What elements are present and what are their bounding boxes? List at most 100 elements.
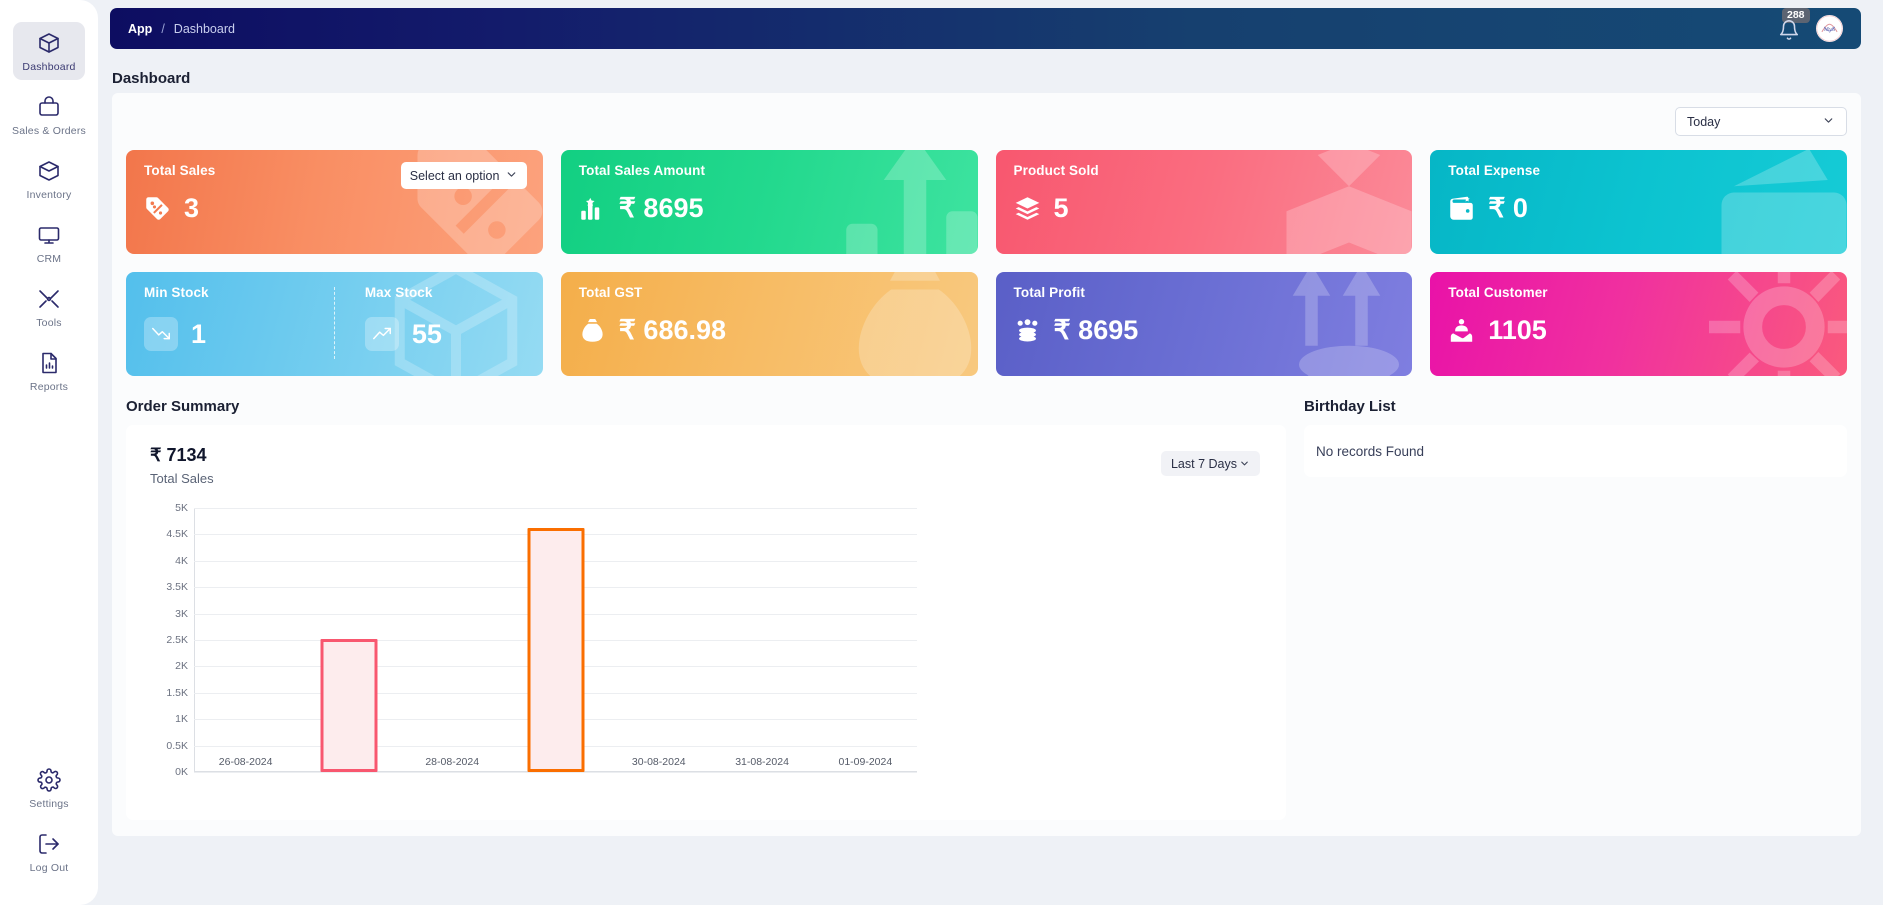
page-title: Dashboard <box>112 70 190 87</box>
chart-y-tick-label: 3.5K <box>166 581 188 593</box>
chart-x-tick-label: 31-08-2024 <box>735 756 789 768</box>
period-filter-select[interactable]: Today <box>1675 107 1847 136</box>
chart-y-tick-label: 0.5K <box>166 740 188 752</box>
notifications-button[interactable]: 288 <box>1778 17 1800 41</box>
trend-up-icon <box>365 317 399 351</box>
birthday-column: Birthday List No records Found <box>1304 398 1847 820</box>
stat-card-title: Product Sold <box>1014 163 1395 178</box>
stat-card-title: Max Stock <box>365 285 525 300</box>
chart-y-tick-label: 2K <box>175 660 188 672</box>
stat-card-total-profit[interactable]: Total Profit₹ 8695 <box>996 272 1413 376</box>
order-summary-subtitle: Total Sales <box>150 471 1262 486</box>
stat-card-value: ₹ 0 <box>1488 195 1528 222</box>
chart-x-tick-label: 26-08-2024 <box>219 756 273 768</box>
chart-plot-area: 0K0.5K1K1.5K2K2.5K3K3.5K4K4.5K5K26-08-20… <box>194 508 917 772</box>
total-sales-option-select[interactable]: Select an option <box>401 162 527 189</box>
chart-gridline: 0K <box>194 772 917 773</box>
birthday-heading: Birthday List <box>1304 398 1847 415</box>
breadcrumb-separator: / <box>161 22 164 36</box>
customer-icon <box>1448 317 1475 344</box>
stat-card-total-sales-amount[interactable]: Total Sales Amount₹ 8695 <box>561 150 978 254</box>
sidebar-bottom-group: Settings Log Out <box>13 759 85 905</box>
chart-y-tick-label: 1.5K <box>166 687 188 699</box>
sidebar-item-crm[interactable]: CRM <box>13 214 85 272</box>
stat-card-value: 3 <box>184 195 199 222</box>
chart-y-tick-label: 2.5K <box>166 634 188 646</box>
stat-card-total-customer[interactable]: Total Customer 1105 <box>1430 272 1847 376</box>
sidebar-item-inventory[interactable]: Inventory <box>13 150 85 208</box>
sidebar-item-label: Settings <box>29 798 69 810</box>
chart-y-tick-label: 3K <box>175 608 188 620</box>
avatar[interactable]: MyS <box>1816 15 1843 42</box>
gear-icon <box>37 768 61 792</box>
card-divider <box>334 287 335 359</box>
cube-icon <box>37 31 61 55</box>
chart-bar[interactable] <box>320 639 377 772</box>
stat-card-title: Min Stock <box>144 285 334 300</box>
layers-box-icon <box>1014 195 1041 222</box>
breadcrumb-root[interactable]: App <box>128 22 152 36</box>
stat-card-title: Total Customer <box>1448 285 1829 300</box>
filter-row: Today <box>126 107 1847 136</box>
wallet-icon <box>1448 195 1475 222</box>
breadcrumb-current[interactable]: Dashboard <box>174 22 235 36</box>
box-icon <box>37 159 61 183</box>
trend-down-icon <box>144 317 178 351</box>
sidebar-item-label: Reports <box>30 381 68 393</box>
dashboard-content: Today Total Sales Select an option 3 Total … <box>112 93 1861 836</box>
stat-card-value: 1105 <box>1488 317 1547 344</box>
sidebar-item-dashboard[interactable]: Dashboard <box>13 22 85 80</box>
birthday-panel: No records Found <box>1304 425 1847 477</box>
stat-card-value: 55 <box>412 321 442 348</box>
avatar-image: MyS <box>1816 15 1843 42</box>
stat-card-value: 1 <box>191 321 206 348</box>
stat-card-title: Total Sales Amount <box>579 163 960 178</box>
order-summary-panel: ₹ 7134 Total Sales Last 7 Days 0K0.5K1K1… <box>126 425 1286 820</box>
chart-range-select[interactable]: Last 7 Days <box>1161 451 1260 476</box>
main-area: App / Dashboard 288 MyS Dashboard <box>98 0 1883 905</box>
sidebar-item-tools[interactable]: Tools <box>13 278 85 336</box>
chart-y-tick-label: 1K <box>175 713 188 725</box>
chart-gridline: 5K <box>194 508 917 509</box>
sidebar-item-label: Sales & Orders <box>12 125 86 137</box>
stat-card-value: 5 <box>1054 195 1069 222</box>
stat-card-total-expense[interactable]: Total Expense ₹ 0 <box>1430 150 1847 254</box>
stat-card-value: ₹ 8695 <box>1054 317 1139 344</box>
sidebar-item-log-out[interactable]: Log Out <box>13 823 85 881</box>
stat-card-total-sales[interactable]: Total SalesSelect an option3 <box>126 150 543 254</box>
chart-y-tick-label: 5K <box>175 502 188 514</box>
sidebar-item-sales-orders[interactable]: Sales & Orders <box>13 86 85 144</box>
topbar-actions: 288 MyS <box>1778 15 1843 42</box>
stat-card-total-gst[interactable]: Total GST₹ 686.98 <box>561 272 978 376</box>
report-icon <box>37 351 61 375</box>
order-summary-column: Order Summary ₹ 7134 Total Sales Last 7 … <box>126 398 1286 820</box>
stat-card-min-max-stock[interactable]: Min Stock 1 Max Stock 55 <box>126 272 543 376</box>
chart-y-tick-label: 4.5K <box>166 528 188 540</box>
order-summary-heading: Order Summary <box>126 398 1286 415</box>
sidebar-item-reports[interactable]: Reports <box>13 342 85 400</box>
stat-card-title: Total Expense <box>1448 163 1829 178</box>
bar-chart-icon <box>579 195 606 222</box>
birthday-empty-message: No records Found <box>1316 444 1424 459</box>
chevron-down-icon <box>1822 114 1835 130</box>
money-bag-icon <box>579 317 606 344</box>
sidebar: Dashboard Sales & Orders Inventory CRM Tools… <box>0 0 98 905</box>
sidebar-item-label: Tools <box>36 317 62 329</box>
chart-bar[interactable] <box>527 528 584 772</box>
briefcase-icon <box>37 95 61 119</box>
monitor-icon <box>37 223 61 247</box>
order-summary-total: ₹ 7134 <box>150 445 1262 466</box>
stat-cards-grid: Total SalesSelect an option3Total Sales … <box>126 150 1847 376</box>
lower-section: Order Summary ₹ 7134 Total Sales Last 7 … <box>126 398 1847 820</box>
chevron-down-icon <box>505 168 518 184</box>
stat-card-title: Total GST <box>579 285 960 300</box>
chart-range-value: Last 7 Days <box>1171 457 1237 471</box>
sale-tag-icon <box>144 195 171 222</box>
sidebar-item-settings[interactable]: Settings <box>13 759 85 817</box>
min-stock-section: Min Stock 1 <box>144 285 334 363</box>
stat-card-product-sold[interactable]: Product Sold 5 <box>996 150 1413 254</box>
chart-x-tick-label: 28-08-2024 <box>425 756 479 768</box>
tools-icon <box>37 287 61 311</box>
chevron-down-icon <box>1239 458 1250 469</box>
bell-icon <box>1778 19 1800 41</box>
